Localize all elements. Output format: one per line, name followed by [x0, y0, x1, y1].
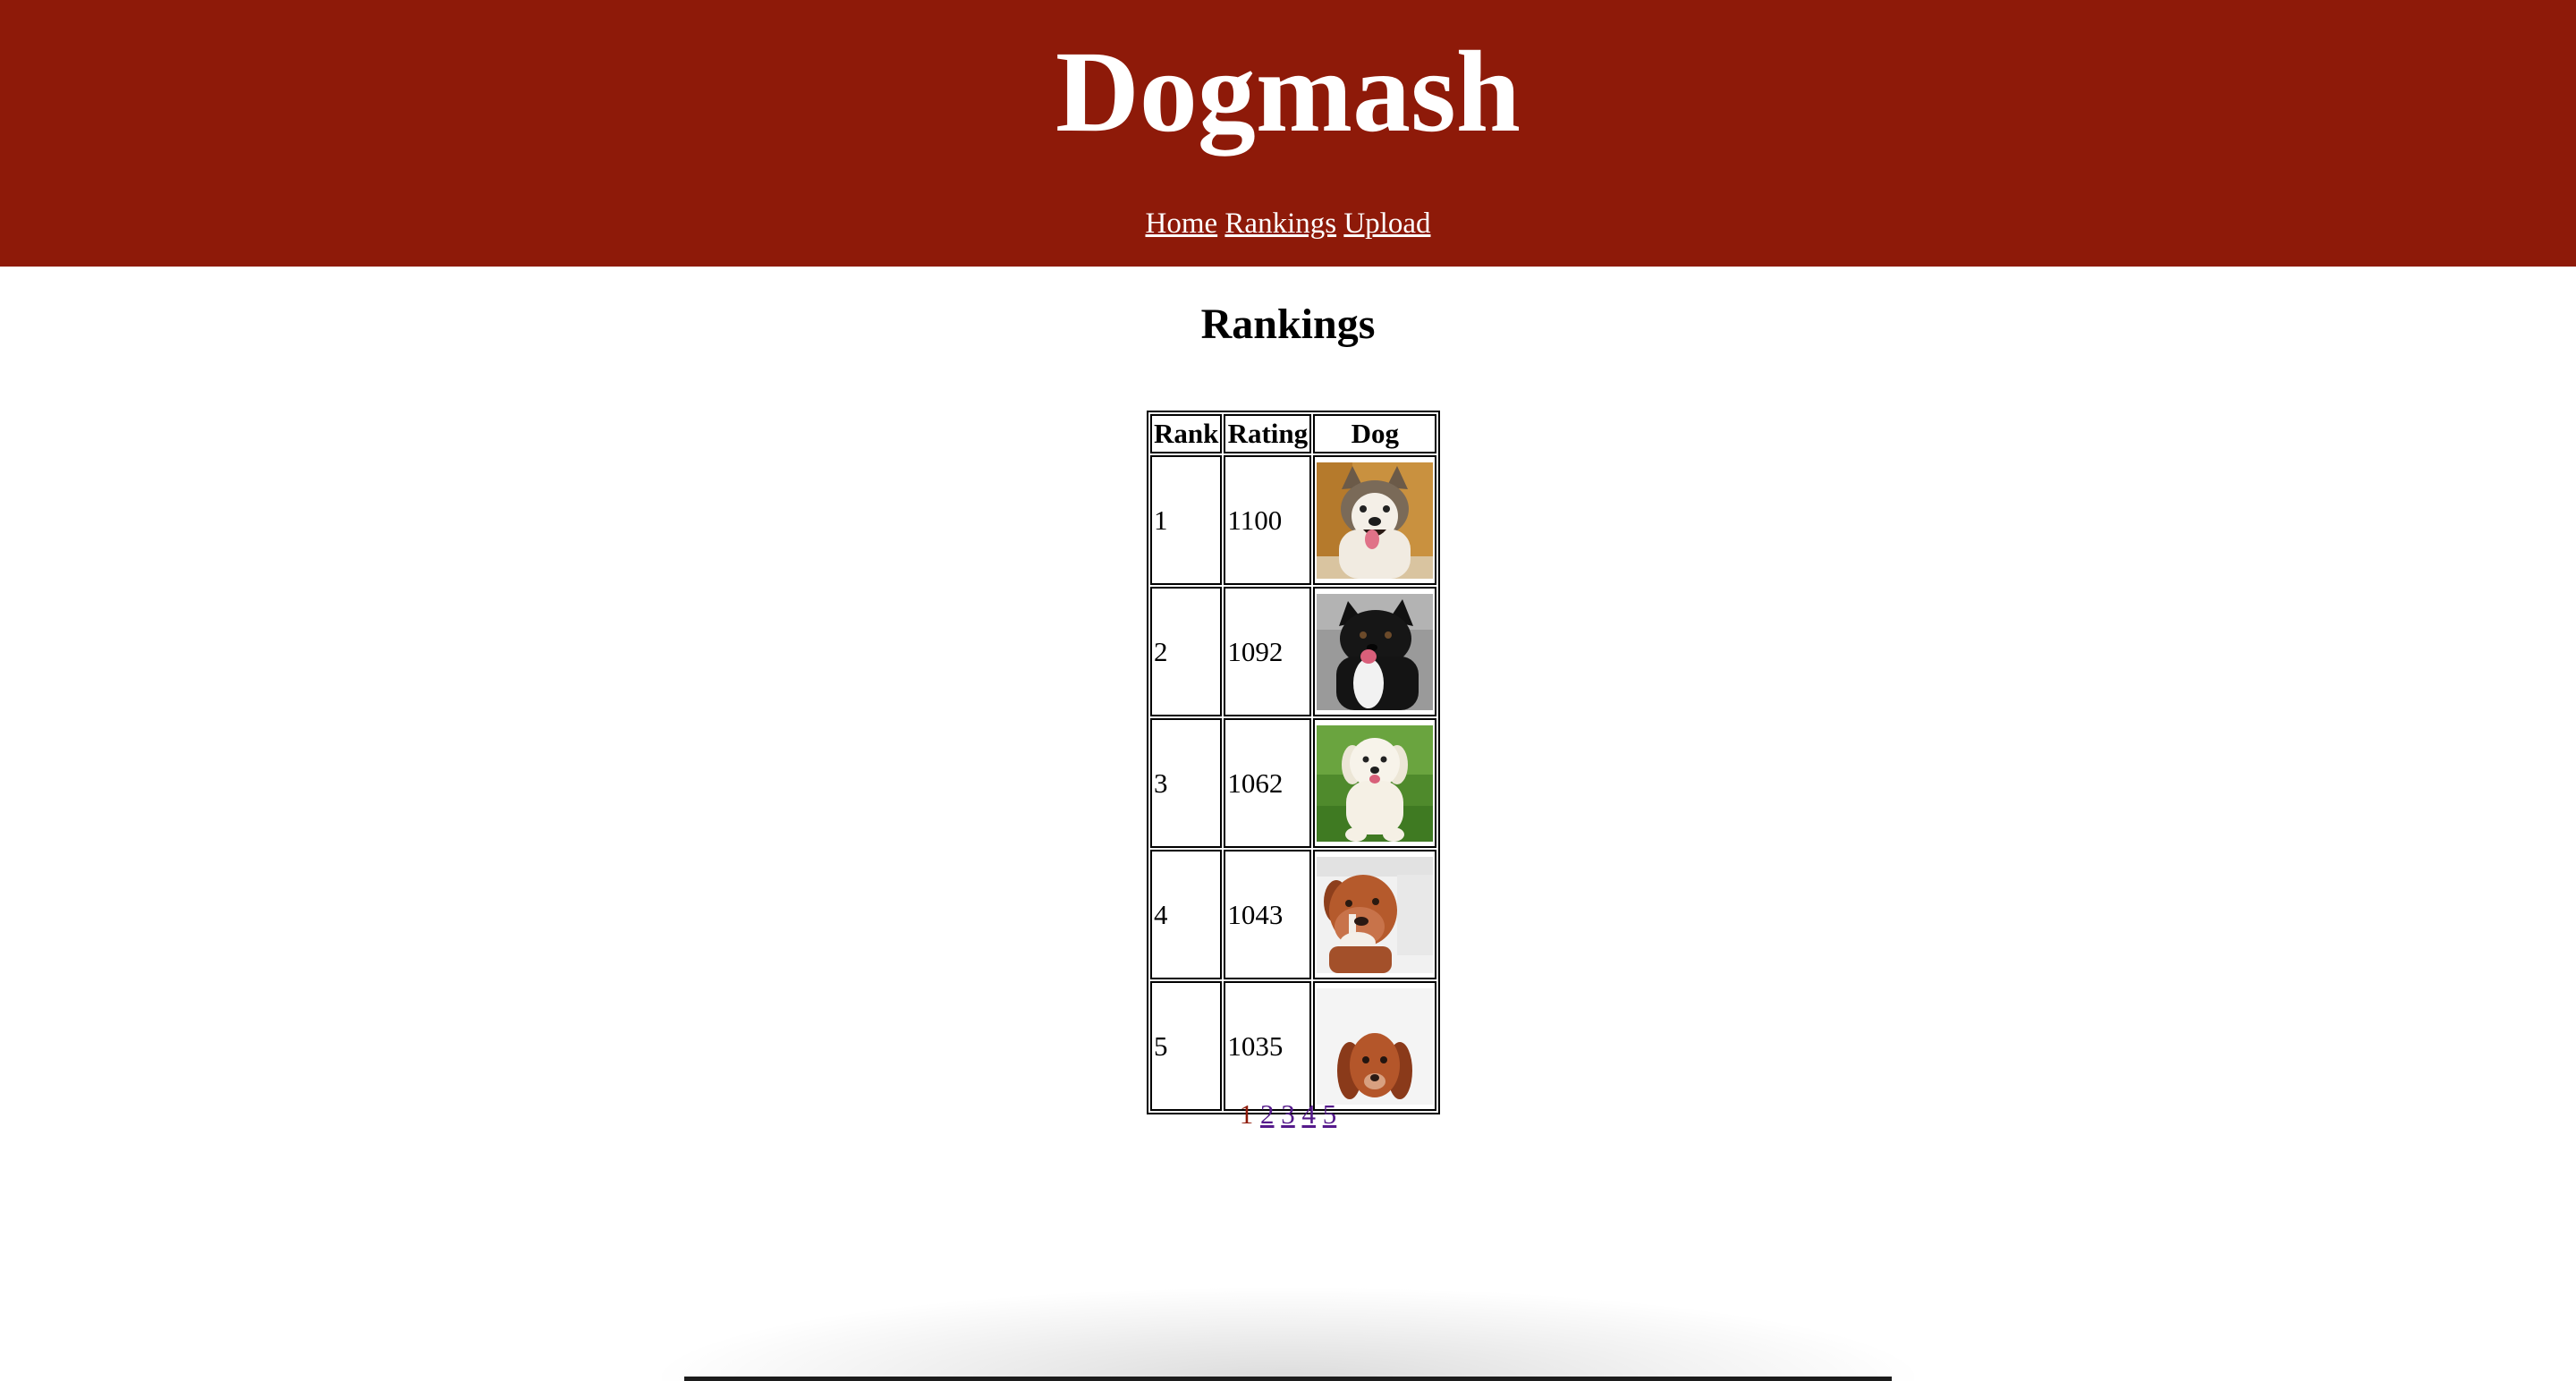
pagination-current-page: 1 — [1239, 1098, 1254, 1130]
bottom-shadow — [662, 1288, 1914, 1381]
rank-cell: 3 — [1150, 718, 1223, 848]
pagination-page-2-link[interactable]: 2 — [1260, 1098, 1275, 1130]
pagination-page-4-link[interactable]: 4 — [1302, 1098, 1317, 1130]
pagination: 1 2 3 4 5 — [1147, 1097, 1429, 1132]
rating-cell: 1092 — [1224, 587, 1312, 716]
table-row: 3 1062 — [1150, 718, 1437, 848]
boxer-photo — [1317, 856, 1434, 973]
dog-cell — [1313, 587, 1437, 716]
nav-upload-link[interactable]: Upload — [1343, 208, 1430, 240]
rank-cell: 4 — [1150, 850, 1223, 979]
rank-cell: 1 — [1150, 455, 1223, 585]
white-golden-retriever-photo — [1317, 724, 1434, 842]
pagination-page-5-link[interactable]: 5 — [1323, 1098, 1337, 1130]
site-title: Dogmash — [1055, 28, 1521, 157]
rating-cell: 1035 — [1224, 981, 1312, 1111]
table-row: 1 1100 — [1150, 455, 1437, 585]
rating-cell: 1100 — [1224, 455, 1312, 585]
rating-cell: 1043 — [1224, 850, 1312, 979]
table-row: 5 1035 — [1150, 981, 1437, 1111]
dachshund-photo — [1317, 987, 1434, 1105]
table-row: 4 1043 — [1150, 850, 1437, 979]
husky-photo — [1317, 462, 1434, 579]
rank-cell: 5 — [1150, 981, 1223, 1111]
page-title: Rankings — [1200, 301, 1376, 348]
black-border-collie-photo — [1317, 593, 1434, 710]
column-header-dog: Dog — [1313, 414, 1437, 453]
column-header-rank: Rank — [1150, 414, 1223, 453]
main-nav: Home Rankings Upload — [0, 204, 2576, 243]
table-header-row: Rank Rating Dog — [1150, 414, 1437, 453]
nav-home-link[interactable]: Home — [1146, 208, 1218, 240]
bottom-edge-bar — [684, 1377, 1892, 1381]
pagination-page-3-link[interactable]: 3 — [1281, 1098, 1295, 1130]
rank-cell: 2 — [1150, 587, 1223, 716]
nav-rankings-link[interactable]: Rankings — [1224, 208, 1336, 240]
dog-cell — [1313, 718, 1437, 848]
dog-cell — [1313, 981, 1437, 1111]
site-header: Dogmash Home Rankings Upload — [0, 0, 2576, 267]
table-row: 2 1092 — [1150, 587, 1437, 716]
dog-cell — [1313, 850, 1437, 979]
page: Dogmash Home Rankings Upload Rankings Ra… — [0, 0, 2576, 1381]
dog-cell — [1313, 455, 1437, 585]
rating-cell: 1062 — [1224, 718, 1312, 848]
column-header-rating: Rating — [1224, 414, 1312, 453]
rankings-table: Rank Rating Dog 1 1100 2 1092 3 1062 4 1… — [1147, 411, 1441, 1114]
